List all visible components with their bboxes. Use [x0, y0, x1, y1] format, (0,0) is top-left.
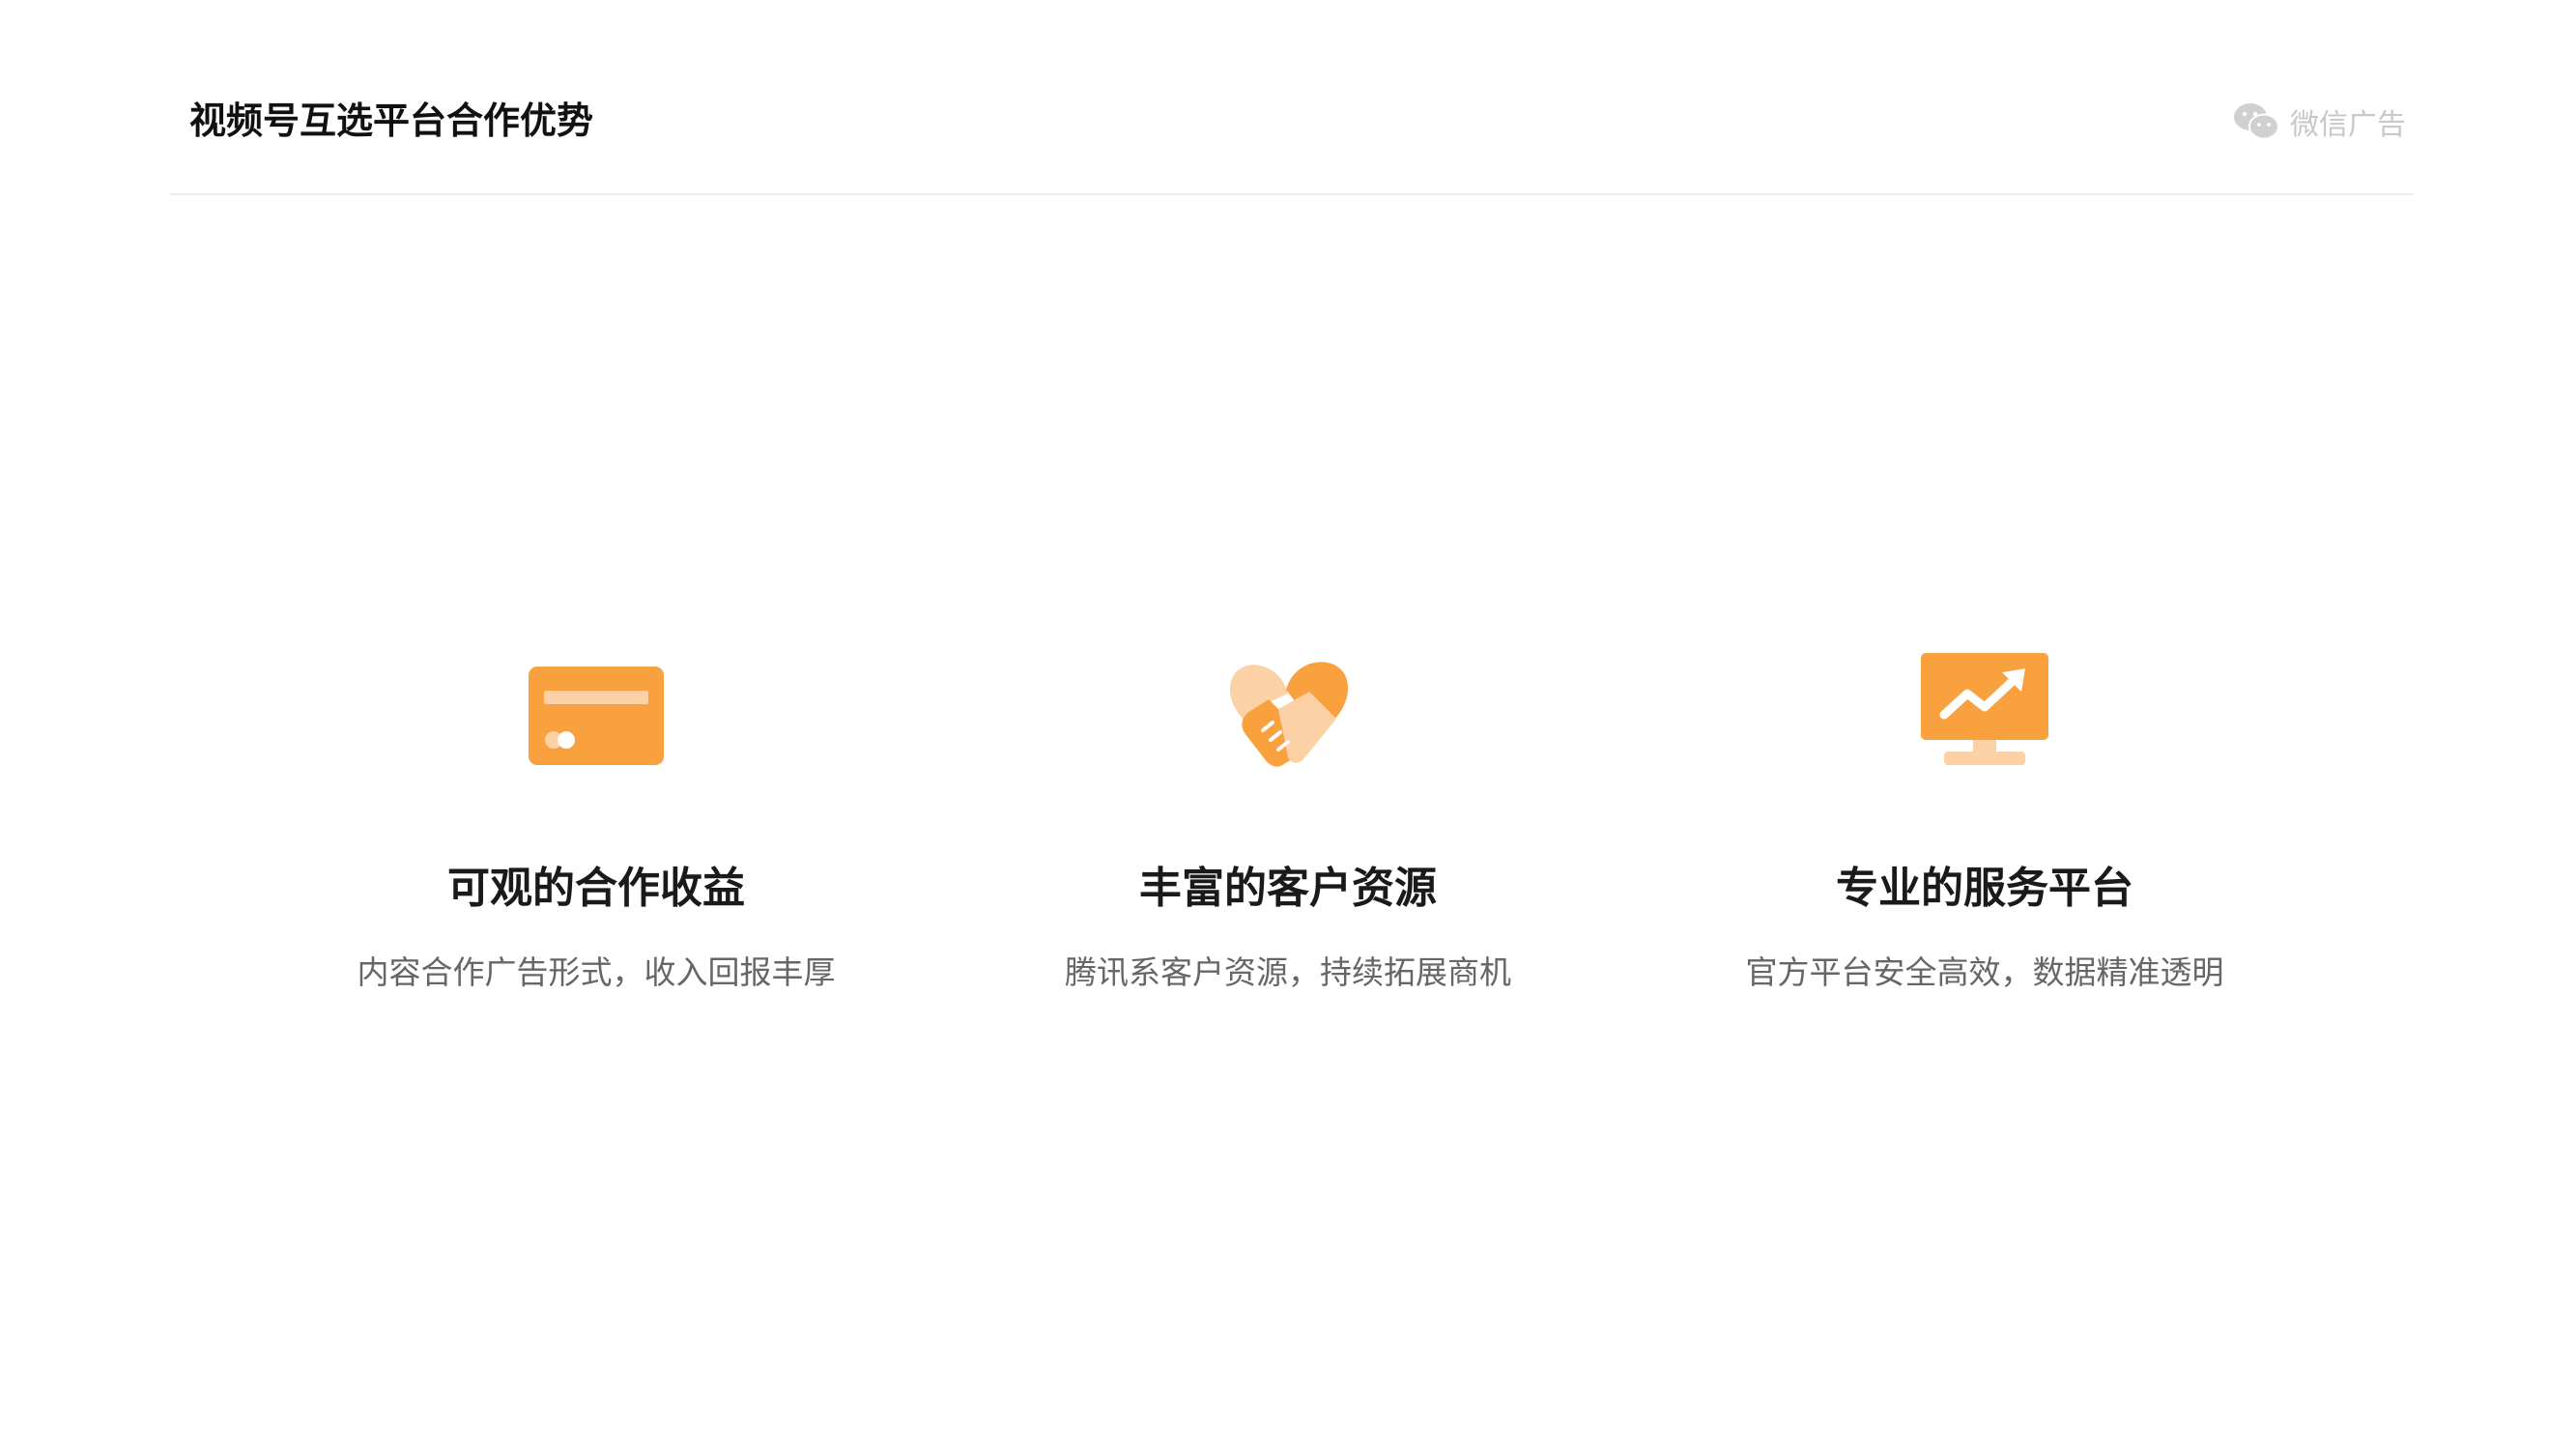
- handshake-heart-icon: [1230, 662, 1348, 767]
- feature-title: 可观的合作收益: [447, 864, 745, 913]
- feature-description: 官方平台安全高效，数据精准透明: [1745, 953, 2224, 991]
- feature-title: 丰富的客户资源: [1139, 864, 1437, 913]
- feature-description: 腾讯系客户资源，持续拓展商机: [1065, 953, 1511, 991]
- features-section: 可观的合作收益 内容合作广告形式，收入回报丰厚 丰富的客户资源 腾讯系客户资源，…: [0, 638, 2576, 1024]
- feature-title: 专业的服务平台: [1836, 864, 2133, 913]
- feature-card-revenue: 可观的合作收益 内容合作广告形式，收入回报丰厚: [287, 638, 905, 1024]
- feature-card-platform: 专业的服务平台 官方平台安全高效，数据精准透明: [1675, 638, 2294, 1024]
- page-title: 视频号互选平台合作优势: [189, 99, 594, 142]
- brand-name: 微信广告: [2290, 108, 2406, 142]
- feature-card-clients: 丰富的客户资源 腾讯系客户资源，持续拓展商机: [979, 638, 1597, 1024]
- header: 视频号互选平台合作优势 微信广告: [170, 92, 2414, 150]
- feature-icon-wrap: [1917, 638, 2052, 773]
- feature-icon-wrap: [1220, 638, 1356, 773]
- brand-logo: 微信广告: [2232, 99, 2406, 144]
- wechat-icon: [2234, 103, 2279, 140]
- header-divider: [170, 193, 2414, 195]
- monitor-chart-icon: [1921, 653, 2048, 765]
- card-icon: [529, 667, 664, 765]
- feature-icon-wrap: [529, 638, 664, 773]
- feature-description: 内容合作广告形式，收入回报丰厚: [357, 953, 836, 991]
